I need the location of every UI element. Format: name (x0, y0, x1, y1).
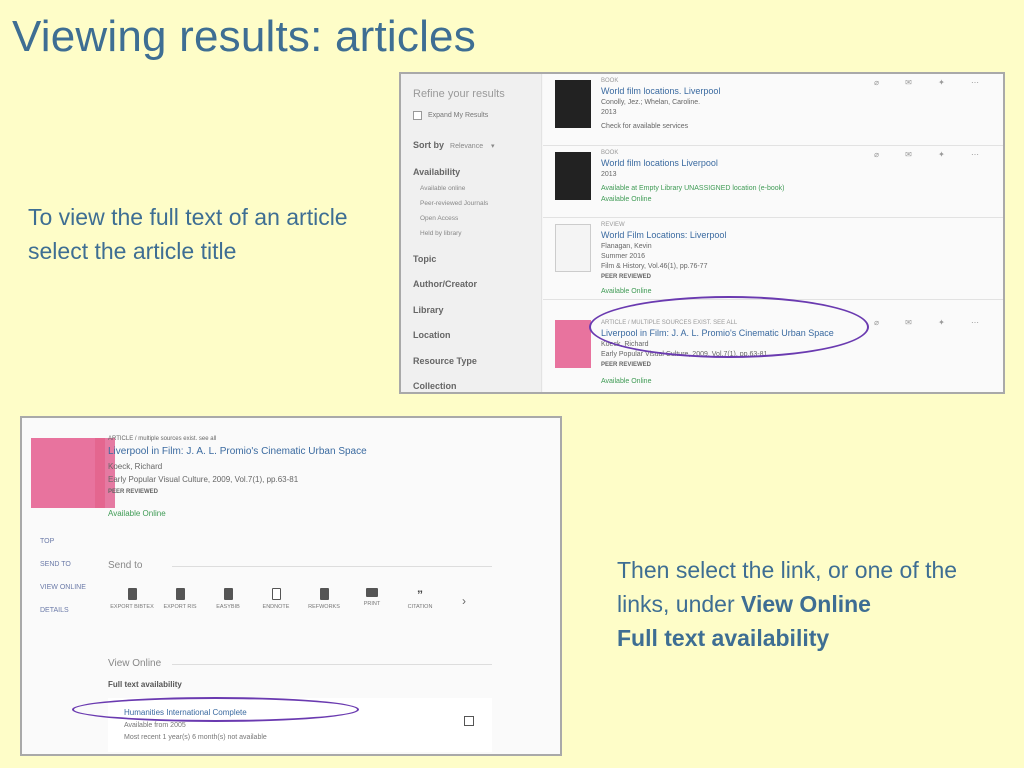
refine-title: Refine your results (413, 88, 505, 100)
cover-thumbnail (31, 438, 95, 508)
print-button[interactable]: PRINT (350, 588, 394, 607)
chevron-down-icon: ▾ (489, 143, 495, 150)
document-icon (271, 588, 281, 600)
facet-availability[interactable]: Availability (413, 167, 460, 177)
available-online-link[interactable]: Available Online (601, 196, 651, 203)
peer-reviewed-badge: PEER REVIEWED (601, 362, 652, 368)
peer-reviewed-badge: PEER REVIEWED (601, 274, 652, 280)
record-line: Summer 2016 (601, 253, 645, 260)
record-line: Flanagan, Kevin (601, 243, 652, 250)
export-bibtex-button[interactable]: EXPORT BIBTEX (110, 588, 154, 610)
refworks-button[interactable]: REFWORKS (302, 588, 346, 610)
slide-title: Viewing results: articles (12, 12, 476, 61)
facet-sub[interactable]: Open Access (420, 215, 458, 222)
facet-topic[interactable]: Topic (413, 254, 436, 264)
expand-results-checkbox[interactable]: Expand My Results (413, 111, 488, 120)
record-line: Conolly, Jez.; Whelan, Caroline. (601, 99, 701, 106)
file-icon (223, 588, 233, 600)
document-icon[interactable] (555, 224, 591, 272)
refine-sidebar: Refine your results Expand My Results So… (401, 74, 542, 392)
export-ris-button[interactable]: EXPORT RIS (158, 588, 202, 610)
nav-details[interactable]: DETAILS (40, 607, 69, 614)
record-actions[interactable]: ⌀ ✉ ✦ ⋯ (874, 150, 991, 159)
send-to-heading: Send to (108, 560, 143, 571)
record-actions[interactable]: ⌀ ✉ ✦ ⋯ (874, 318, 991, 327)
view-online-heading: View Online (108, 658, 162, 669)
result-record: Book World film locations Liverpool 2013… (543, 146, 1003, 218)
nav-view-online[interactable]: VIEW ONLINE (40, 584, 86, 591)
facet-sub[interactable]: Available online (420, 185, 465, 192)
file-icon (175, 588, 185, 600)
record-title[interactable]: World film locations. Liverpool (601, 86, 720, 96)
divider (172, 566, 492, 567)
expand-label: Expand My Results (428, 112, 489, 119)
instruction-caption-2: Then select the link, or one of the link… (617, 553, 987, 655)
coverage-from: Available from 2005 (124, 722, 186, 729)
cover-thumbnail[interactable] (555, 152, 591, 200)
record-line: 2013 (601, 109, 617, 116)
facet-collection[interactable]: Collection (413, 381, 457, 391)
chevron-right-icon[interactable]: › (462, 594, 466, 608)
record-type: Review (601, 222, 625, 228)
endnote-button[interactable]: ENDNOTE (254, 588, 298, 610)
highlight-ellipse (589, 296, 869, 358)
nav-top[interactable]: TOP (40, 538, 54, 545)
facet-library[interactable]: Library (413, 305, 444, 315)
instruction-caption-1: To view the full text of an article sele… (28, 204, 348, 264)
facet-resource-type[interactable]: Resource Type (413, 356, 477, 366)
full-text-availability-heading: Full text availability (108, 680, 182, 689)
record-source: Early Popular Visual Culture, 2009, Vol.… (108, 475, 299, 484)
record-title[interactable]: Liverpool in Film: J. A. L. Promio's Cin… (108, 446, 367, 457)
available-online-link[interactable]: Available Online (601, 378, 651, 385)
available-online-link[interactable]: Available Online (108, 509, 166, 518)
facet-location[interactable]: Location (413, 330, 451, 340)
record-link[interactable]: Check for available services (601, 123, 688, 130)
printer-icon (366, 588, 378, 597)
record-type: Book (601, 78, 619, 84)
peer-reviewed-badge: PEER REVIEWED (108, 489, 159, 495)
record-line: 2013 (601, 171, 617, 178)
checkbox-icon[interactable] (413, 111, 422, 120)
highlight-ellipse (72, 697, 359, 722)
coverage-embargo: Most recent 1 year(s) 6 month(s) not ava… (124, 734, 267, 741)
cover-thumbnail[interactable] (555, 80, 591, 128)
record-title[interactable]: World film locations Liverpool (601, 158, 718, 168)
external-link-icon[interactable] (464, 716, 474, 726)
record-author: Koeck, Richard (108, 462, 163, 471)
facet-sub[interactable]: Held by library (420, 230, 462, 237)
citation-button[interactable]: ” CITATION (398, 588, 442, 610)
sort-by[interactable]: Sort by Relevance ▾ (413, 140, 495, 150)
cover-thumbnail[interactable] (555, 320, 591, 368)
record-type: ARTICLE / multiple sources exist. see al… (108, 436, 217, 442)
result-record: Book World film locations. Liverpool Con… (543, 74, 1003, 146)
facet-sub[interactable]: Peer-reviewed Journals (420, 200, 488, 207)
record-title[interactable]: World Film Locations: Liverpool (601, 230, 726, 240)
record-line: Film & History, Vol.46(1), pp.76-77 (601, 263, 708, 270)
record-line[interactable]: Available at Empty Library UNASSIGNED lo… (601, 185, 785, 192)
facet-author[interactable]: Author/Creator (413, 279, 477, 289)
divider (172, 664, 492, 665)
sort-label: Sort by (413, 140, 445, 150)
nav-send-to[interactable]: SEND TO (40, 561, 71, 568)
quote-icon: ” (417, 588, 423, 602)
file-icon (127, 588, 137, 600)
file-icon (319, 588, 329, 600)
sort-value[interactable]: Relevance (450, 143, 483, 150)
record-type: Book (601, 150, 619, 156)
caption2-view-online: View Online (741, 591, 871, 617)
caption2-full-text: Full text availability (617, 625, 830, 651)
easybib-button[interactable]: EASYBIB (206, 588, 250, 610)
record-actions[interactable]: ⌀ ✉ ✦ ⋯ (874, 78, 991, 87)
result-record: Review World Film Locations: Liverpool F… (543, 218, 1003, 300)
available-online-link[interactable]: Available Online (601, 288, 651, 295)
